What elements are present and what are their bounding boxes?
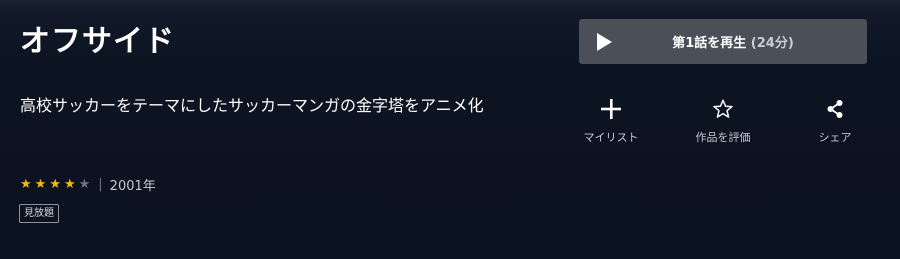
- play-episode-button[interactable]: 第1話を再生 (24分): [579, 19, 867, 64]
- meta-row: ★ ★ ★ ★ ★ | 2001年: [20, 175, 156, 194]
- rating-stars: ★ ★ ★ ★ ★: [20, 178, 90, 191]
- star-icon: ★: [63, 176, 76, 192]
- star-icon: ★: [49, 176, 61, 192]
- rate-button[interactable]: 作品を評価: [683, 97, 763, 145]
- rate-label: 作品を評価: [695, 131, 751, 144]
- play-button-label: 第1話を再生 (24分): [579, 32, 867, 51]
- play-label: 第1話を再生: [672, 36, 747, 51]
- page-title: オフサイド: [20, 24, 175, 59]
- separator: |: [98, 176, 103, 192]
- share-button[interactable]: シェア: [795, 97, 875, 145]
- play-duration: (24分): [750, 36, 794, 51]
- status-badge: 見放題: [19, 204, 59, 223]
- star-icon: ★: [78, 176, 91, 192]
- star-outline-icon: [683, 97, 763, 121]
- share-icon: [795, 97, 875, 121]
- description: 高校サッカーをテーマにしたサッカーマンガの金字塔をアニメ化: [20, 96, 484, 115]
- title-detail-panel: オフサイド 高校サッカーをテーマにしたサッカーマンガの金字塔をアニメ化 ★ ★ …: [0, 0, 900, 259]
- share-label: シェア: [818, 131, 852, 144]
- star-icon: ★: [20, 176, 32, 192]
- action-bar: マイリスト 作品を評価 シェア: [579, 97, 867, 147]
- mylist-label: マイリスト: [583, 131, 639, 144]
- top-gradient: [0, 0, 900, 10]
- star-icon: ★: [34, 176, 47, 192]
- release-year: 2001年: [109, 178, 156, 194]
- plus-icon: [571, 97, 651, 121]
- mylist-button[interactable]: マイリスト: [571, 97, 651, 145]
